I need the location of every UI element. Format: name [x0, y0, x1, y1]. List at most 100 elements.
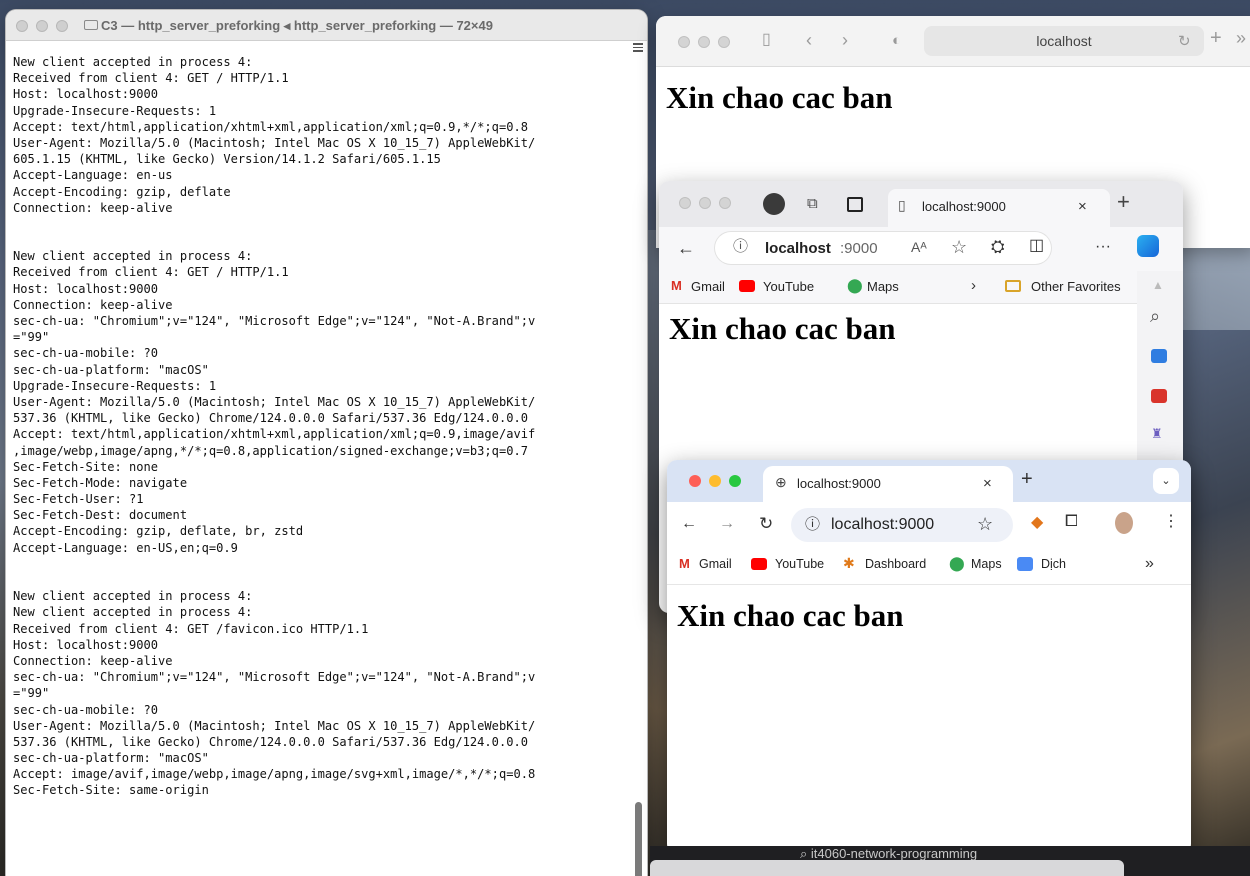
scroll-up-icon[interactable]: ▲ — [1152, 279, 1164, 291]
close-button[interactable] — [689, 475, 701, 487]
terminal-line: sec-ch-ua-mobile: ?0 — [13, 702, 159, 717]
back-icon[interactable]: ‹ — [806, 30, 812, 51]
terminal-line: sec-ch-ua: "Chromium";v="124", "Microsof… — [13, 670, 536, 685]
read-aloud-icon[interactable]: Aᴬ — [911, 240, 927, 254]
terminal-line: 605.1.15 (KHTML, like Gecko) Version/14.… — [13, 152, 441, 167]
safari-toolbar: ▯ ‹ › ◐ localhost ↻ + » — [656, 16, 1250, 67]
terminal-window[interactable]: C3 — http_server_preforking ◂ http_serve… — [6, 10, 647, 876]
url-port: :9000 — [840, 240, 878, 257]
terminal-line: Connection: keep-alive — [13, 200, 173, 215]
other-favorites[interactable]: Other Favorites — [1031, 279, 1121, 294]
workspaces-icon[interactable]: ⧉ — [807, 196, 818, 211]
extensions-icon[interactable]: ⧠ — [1065, 514, 1078, 530]
back-icon[interactable]: ← — [677, 239, 695, 257]
chrome-window[interactable]: ⊕ localhost:9000 × + ⌄ ← → ↻ ⓘ localhost… — [667, 460, 1191, 854]
overflow-icon[interactable]: » — [1145, 556, 1154, 572]
zoom-button[interactable] — [719, 197, 731, 209]
address-bar[interactable]: localhost ↻ — [924, 26, 1204, 56]
close-button[interactable] — [679, 197, 691, 209]
bookmark-dashboard[interactable]: Dashboard — [865, 557, 926, 571]
address-bar[interactable]: ⓘ localhost :9000 Aᴬ ☆ ⛭ ◫ — [715, 232, 1051, 264]
terminal-line: Sec-Fetch-User: ?1 — [13, 492, 144, 507]
privacy-shield-icon[interactable]: ◐ — [892, 32, 901, 49]
bookmark-star-icon[interactable]: ☆ — [977, 515, 993, 533]
minimize-button[interactable] — [36, 20, 48, 32]
bookmark-dich[interactable]: Dịch — [1041, 557, 1066, 571]
zoom-button[interactable] — [56, 20, 68, 32]
bookmark-maps[interactable]: Maps — [971, 557, 1002, 571]
tab-localhost[interactable]: ⊕ localhost:9000 × — [763, 466, 1013, 502]
shopping-tag-icon[interactable] — [1151, 349, 1167, 363]
tools-icon[interactable] — [1151, 389, 1167, 403]
new-tab-icon[interactable]: + — [1117, 191, 1130, 213]
terminal-line: User-Agent: Mozilla/5.0 (Macintosh; Inte… — [13, 718, 536, 733]
terminal-line: Host: localhost:9000 — [13, 637, 159, 652]
terminal-line: New client accepted in process 4: — [13, 55, 253, 69]
reload-icon[interactable]: ↻ — [759, 515, 773, 532]
terminal-line: Sec-Fetch-Site: none — [13, 459, 159, 474]
forward-icon[interactable]: → — [719, 516, 735, 532]
zoom-button[interactable] — [718, 36, 730, 48]
more-icon[interactable]: ··· — [1095, 239, 1111, 255]
favorite-gmail[interactable]: Gmail — [691, 279, 725, 294]
profile-avatar[interactable] — [763, 193, 785, 215]
tab-search-icon[interactable]: ⌄ — [1153, 468, 1179, 494]
site-info-icon[interactable]: ⓘ — [805, 517, 820, 532]
profile-avatar[interactable] — [1115, 512, 1133, 534]
terminal-titlebar[interactable]: C3 — http_server_preforking ◂ http_serve… — [6, 10, 647, 41]
split-screen-icon[interactable]: ◫ — [1029, 238, 1044, 254]
chrome-tabstrip: ⊕ localhost:9000 × + ⌄ — [667, 460, 1191, 502]
url-text: localhost — [1036, 33, 1092, 49]
folder-icon — [84, 20, 98, 30]
reload-icon[interactable]: ↻ — [1178, 32, 1191, 50]
info-icon[interactable]: ⓘ — [733, 239, 748, 254]
terminal-output[interactable]: New client accepted in process 4: Receive… — [6, 54, 633, 876]
close-button[interactable] — [16, 20, 28, 32]
terminal-line: User-Agent: Mozilla/5.0 (Macintosh; Inte… — [13, 394, 536, 409]
overflow-icon[interactable]: » — [1236, 28, 1246, 49]
bookmark-youtube[interactable]: YouTube — [775, 557, 824, 571]
zoom-button[interactable] — [729, 475, 741, 487]
terminal-line: New client accepted in process 4: — [13, 589, 253, 604]
terminal-line: Received from client 4: GET / HTTP/1.1 — [13, 265, 289, 280]
globe-icon: ⊕ — [775, 474, 787, 490]
favorite-maps[interactable]: Maps — [867, 279, 899, 294]
url-host: localhost — [765, 240, 831, 257]
new-tab-icon[interactable]: + — [1021, 469, 1033, 489]
translate-icon — [1017, 557, 1033, 571]
metamask-icon[interactable]: ◆ — [1031, 515, 1043, 531]
bookmark-gmail[interactable]: Gmail — [699, 557, 732, 571]
terminal-scrollbar[interactable] — [632, 40, 644, 876]
favorite-star-icon[interactable]: ☆ — [951, 238, 967, 256]
minimize-button[interactable] — [698, 36, 710, 48]
page-icon: ▯ — [898, 197, 906, 213]
gmail-icon: M — [679, 556, 690, 571]
scrollbar-thumb[interactable] — [635, 802, 642, 876]
back-icon[interactable]: ← — [681, 516, 697, 532]
minimize-button[interactable] — [699, 197, 711, 209]
chevron-right-icon[interactable]: › — [971, 278, 976, 293]
tab-localhost[interactable]: ▯ localhost:9000 × — [888, 189, 1110, 227]
close-tab-icon[interactable]: × — [1078, 199, 1087, 214]
extensions-icon[interactable]: ⛭ — [991, 238, 1005, 255]
minimize-button[interactable] — [709, 475, 721, 487]
search-icon[interactable]: ⌕ — [1150, 307, 1160, 325]
more-icon[interactable]: ⋮ — [1163, 514, 1179, 530]
tab-actions-icon[interactable] — [847, 197, 863, 212]
terminal-line: Accept-Language: en-US,en;q=0.9 — [13, 540, 238, 555]
sidebar-icon[interactable]: ▯ — [762, 29, 771, 49]
copilot-icon[interactable] — [1137, 235, 1159, 257]
terminal-line: Upgrade-Insecure-Requests: 1 — [13, 103, 217, 118]
address-bar[interactable]: ⓘ localhost:9000 ☆ — [791, 508, 1013, 542]
games-icon[interactable]: ♜ — [1151, 427, 1163, 440]
new-tab-icon[interactable]: + — [1210, 27, 1222, 50]
terminal-line: Sec-Fetch-Site: same-origin — [13, 783, 209, 798]
maps-icon: ⬤ — [949, 555, 965, 571]
forward-icon[interactable]: › — [842, 30, 848, 51]
chrome-navbar: ← → ↻ ⓘ localhost:9000 ☆ ◆ ⧠ ⋮ — [667, 502, 1191, 546]
close-button[interactable] — [678, 36, 690, 48]
terminal-line: ="99" — [13, 686, 50, 701]
url-text: localhost:9000 — [831, 516, 935, 533]
favorite-youtube[interactable]: YouTube — [763, 279, 814, 294]
close-tab-icon[interactable]: × — [983, 476, 992, 491]
